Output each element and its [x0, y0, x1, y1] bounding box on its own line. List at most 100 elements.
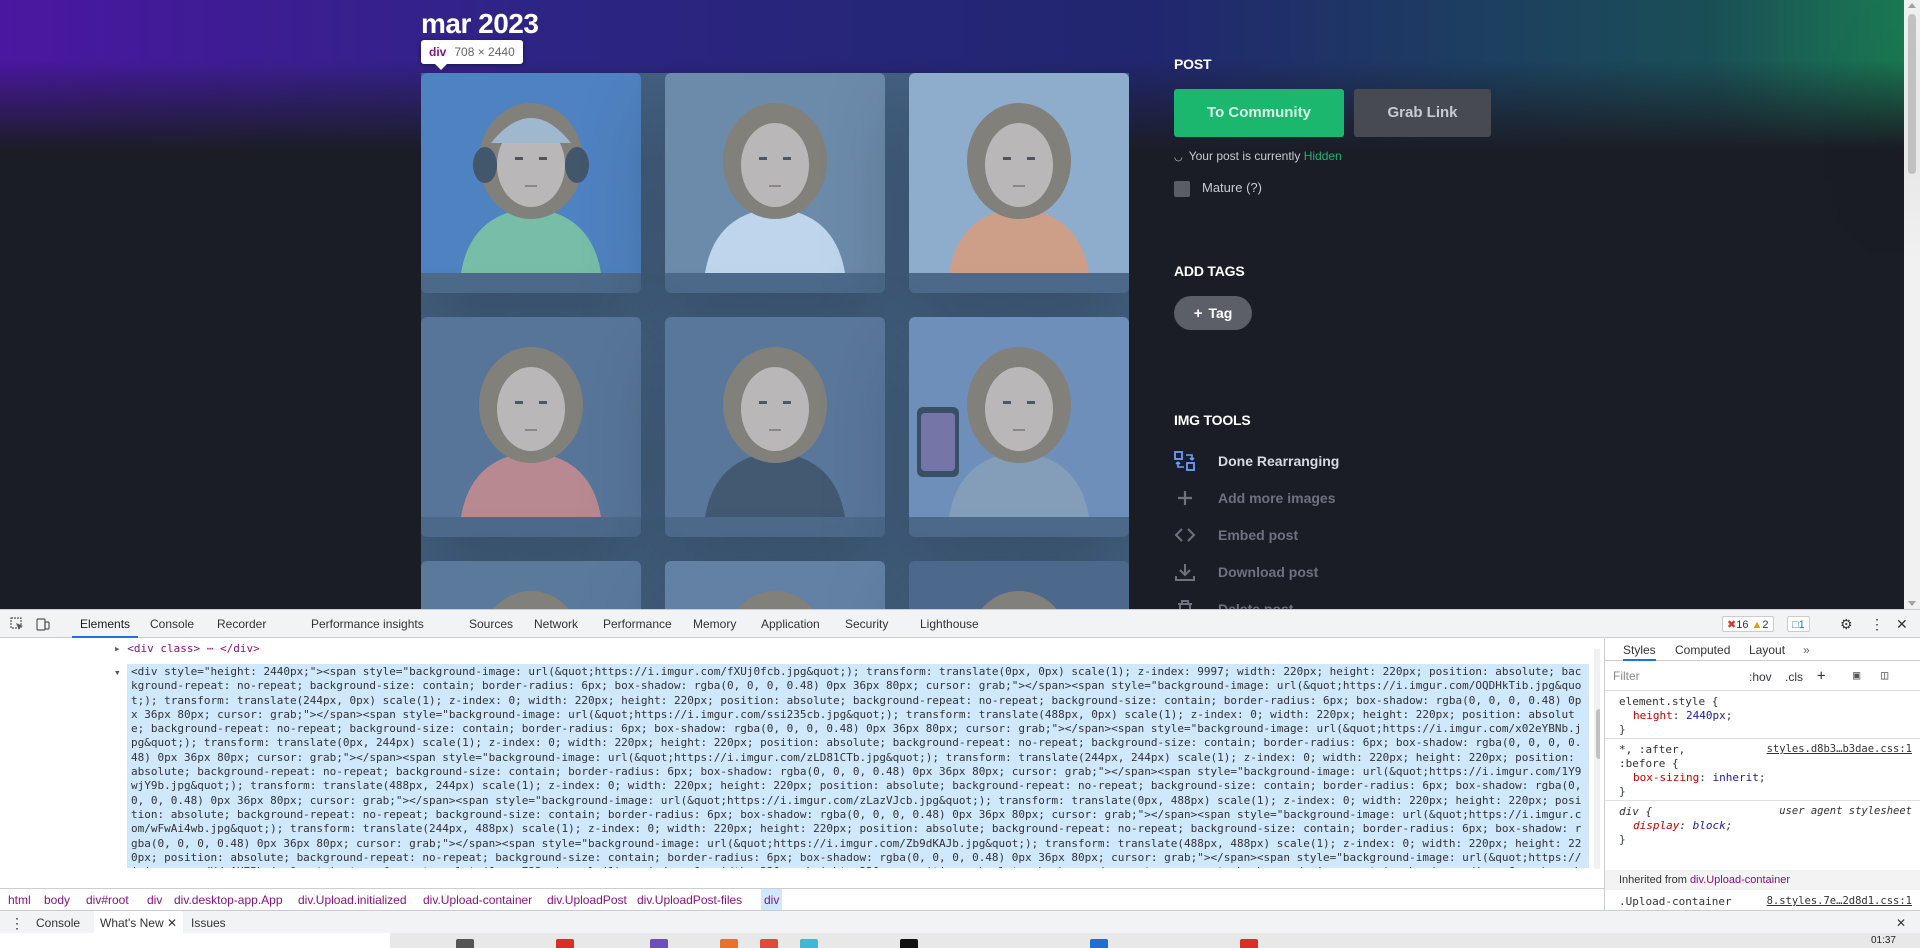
cls-toggle[interactable]: .cls [1785, 670, 1803, 684]
gallery-image[interactable] [665, 317, 885, 537]
dom-vscroll-thumb[interactable] [1596, 709, 1600, 759]
grab-link-button[interactable]: Grab Link [1354, 89, 1491, 137]
rule-declaration[interactable]: box-sizing: inherit; [1633, 771, 1765, 784]
gallery-image[interactable] [909, 561, 1129, 609]
portrait-photo [421, 73, 641, 273]
os-taskbar: 01:37 [0, 933, 1920, 948]
dom-node-collapsed[interactable]: ▸ <div class> ⋯ </div> [114, 642, 260, 656]
mature-checkbox[interactable] [1174, 180, 1190, 197]
trash-icon [1178, 600, 1192, 609]
screen: mar 2023 div 708 × 2440 POST To Community… [0, 0, 1920, 948]
error-icon: ✖ [1727, 619, 1737, 631]
taskbar-app-icon[interactable] [900, 939, 918, 948]
gallery-image[interactable] [421, 561, 641, 609]
more-tabs-icon[interactable]: » [1803, 639, 1810, 661]
inspect-tooltip: div 708 × 2440 [421, 40, 523, 70]
rule-close: } [1619, 723, 1626, 736]
messages-counter[interactable]: □1 [1787, 616, 1810, 632]
post-title[interactable]: mar 2023 [421, 8, 539, 40]
tab-application[interactable]: Application [761, 610, 820, 638]
close-tab-icon[interactable]: ✕ [167, 916, 177, 930]
tab-performance-insights[interactable]: Performance insights [311, 610, 424, 638]
scrollbar-thumb[interactable] [1908, 14, 1916, 174]
breadcrumb-item[interactable]: body [44, 889, 70, 911]
dom-vscroll[interactable] [1594, 649, 1600, 869]
rule-declaration[interactable]: height: 2440px; [1633, 709, 1732, 722]
inherited-element[interactable]: div.Upload-container [1690, 874, 1790, 886]
more-options-icon[interactable]: ⋮ [1870, 610, 1884, 638]
taskbar-app-icon[interactable] [456, 939, 474, 948]
settings-gear-icon[interactable]: ⚙ [1840, 610, 1853, 638]
rule-source-link[interactable]: styles.d8b3…b3dae.css:1 [1767, 743, 1912, 755]
breadcrumb-item[interactable]: div [147, 889, 162, 911]
page-scrollbar[interactable] [1904, 0, 1920, 609]
scroll-up-arrow[interactable] [1908, 3, 1916, 8]
mature-checkbox-row[interactable]: Mature (?) [1174, 180, 1262, 197]
taskbar-app-icon[interactable] [760, 939, 778, 948]
taskbar-app-icon[interactable] [650, 939, 668, 948]
paint-icon[interactable]: ▣ [1853, 668, 1860, 682]
gallery-image[interactable] [421, 73, 641, 293]
hov-toggle[interactable]: :hov [1749, 670, 1772, 684]
gallery-image[interactable] [665, 73, 885, 293]
breadcrumb-item[interactable]: div.desktop-app.App [174, 889, 283, 911]
inspect-element-icon[interactable] [10, 617, 24, 631]
inherited-prefix: Inherited from [1619, 874, 1687, 886]
breadcrumb-item[interactable]: html [8, 889, 31, 911]
drawer-tab-issues[interactable]: Issues [191, 911, 226, 935]
add-tag-button[interactable]: + Tag [1174, 296, 1252, 330]
breadcrumb-item[interactable]: div.Upload-container [423, 889, 532, 911]
styles-filter-input[interactable]: Filter [1613, 667, 1741, 685]
sidebar-toggle-icon[interactable]: ◫ [1881, 668, 1888, 682]
taskbar-app-icon[interactable] [800, 939, 818, 948]
gallery-image[interactable] [421, 317, 641, 537]
new-rule-icon[interactable]: + [1817, 668, 1825, 684]
rule-selector: .Upload-container [1619, 895, 1732, 908]
imgur-upload-page: mar 2023 div 708 × 2440 POST To Community… [0, 0, 1904, 609]
gallery-image[interactable] [909, 317, 1129, 537]
tab-network[interactable]: Network [534, 610, 578, 638]
tab-sources[interactable]: Sources [469, 610, 513, 638]
drawer-tab-console[interactable]: Console [36, 911, 80, 935]
tab-security[interactable]: Security [845, 610, 888, 638]
expand-triangle-icon[interactable]: ▾ [114, 666, 121, 680]
tab-recorder[interactable]: Recorder [217, 610, 266, 638]
drawer-menu-icon[interactable]: ⋮ [10, 911, 24, 935]
breadcrumb-item[interactable]: div#root [86, 889, 129, 911]
tab-memory[interactable]: Memory [693, 610, 736, 638]
devtools-tabbar: Elements Console Recorder Performance in… [0, 610, 1920, 638]
rule-source-link[interactable]: 8.styles.7e…2d8d1.css:1 [1767, 895, 1912, 907]
tool-label: Delete post [1218, 601, 1294, 609]
taskbar-app-icon[interactable] [1240, 939, 1258, 948]
tab-elements[interactable]: Elements [72, 610, 139, 638]
tab-lighthouse[interactable]: Lighthouse [920, 610, 979, 638]
rule-declaration: display: block; [1633, 819, 1733, 832]
close-drawer-icon[interactable]: ✕ [1896, 911, 1906, 935]
tab-styles[interactable]: Styles [1623, 639, 1656, 661]
breadcrumb-item[interactable]: div.UploadPost [547, 889, 627, 911]
styles-pane: Styles Computed Layout » Filter :hov .cl… [1604, 639, 1920, 910]
gallery-image[interactable] [665, 561, 885, 609]
rearrange-icon [1174, 451, 1195, 471]
tab-console[interactable]: Console [150, 610, 194, 638]
taskbar-app-icon[interactable] [720, 939, 738, 948]
tab-layout[interactable]: Layout [1749, 639, 1785, 661]
taskbar-app-icon[interactable] [1090, 939, 1108, 948]
taskbar-app-icon[interactable] [556, 939, 574, 948]
drawer-tab-whats-new[interactable]: What's New ✕ [94, 911, 184, 935]
breadcrumb-item[interactable]: div.UploadPost-files [637, 889, 742, 911]
dom-selected-node[interactable]: <div style="height: 2440px;"><span style… [127, 664, 1589, 868]
status-hidden-link[interactable]: Hidden [1304, 149, 1342, 163]
post-visibility-status: ◡ Your post is currently Hidden [1174, 149, 1342, 163]
tab-performance[interactable]: Performance [603, 610, 672, 638]
taskbar-search-area[interactable] [0, 933, 390, 948]
scroll-down-arrow[interactable] [1908, 601, 1916, 606]
tab-computed[interactable]: Computed [1675, 639, 1730, 661]
close-devtools-icon[interactable]: ✕ [1896, 610, 1908, 638]
to-community-button[interactable]: To Community [1174, 89, 1344, 137]
device-toolbar-icon[interactable] [36, 617, 50, 631]
gallery-image[interactable] [909, 73, 1129, 293]
breadcrumb-item-selected[interactable]: div [761, 889, 783, 911]
issues-counter[interactable]: ✖16 ▲2 [1722, 616, 1774, 632]
breadcrumb-item[interactable]: div.Upload.initialized [298, 889, 407, 911]
